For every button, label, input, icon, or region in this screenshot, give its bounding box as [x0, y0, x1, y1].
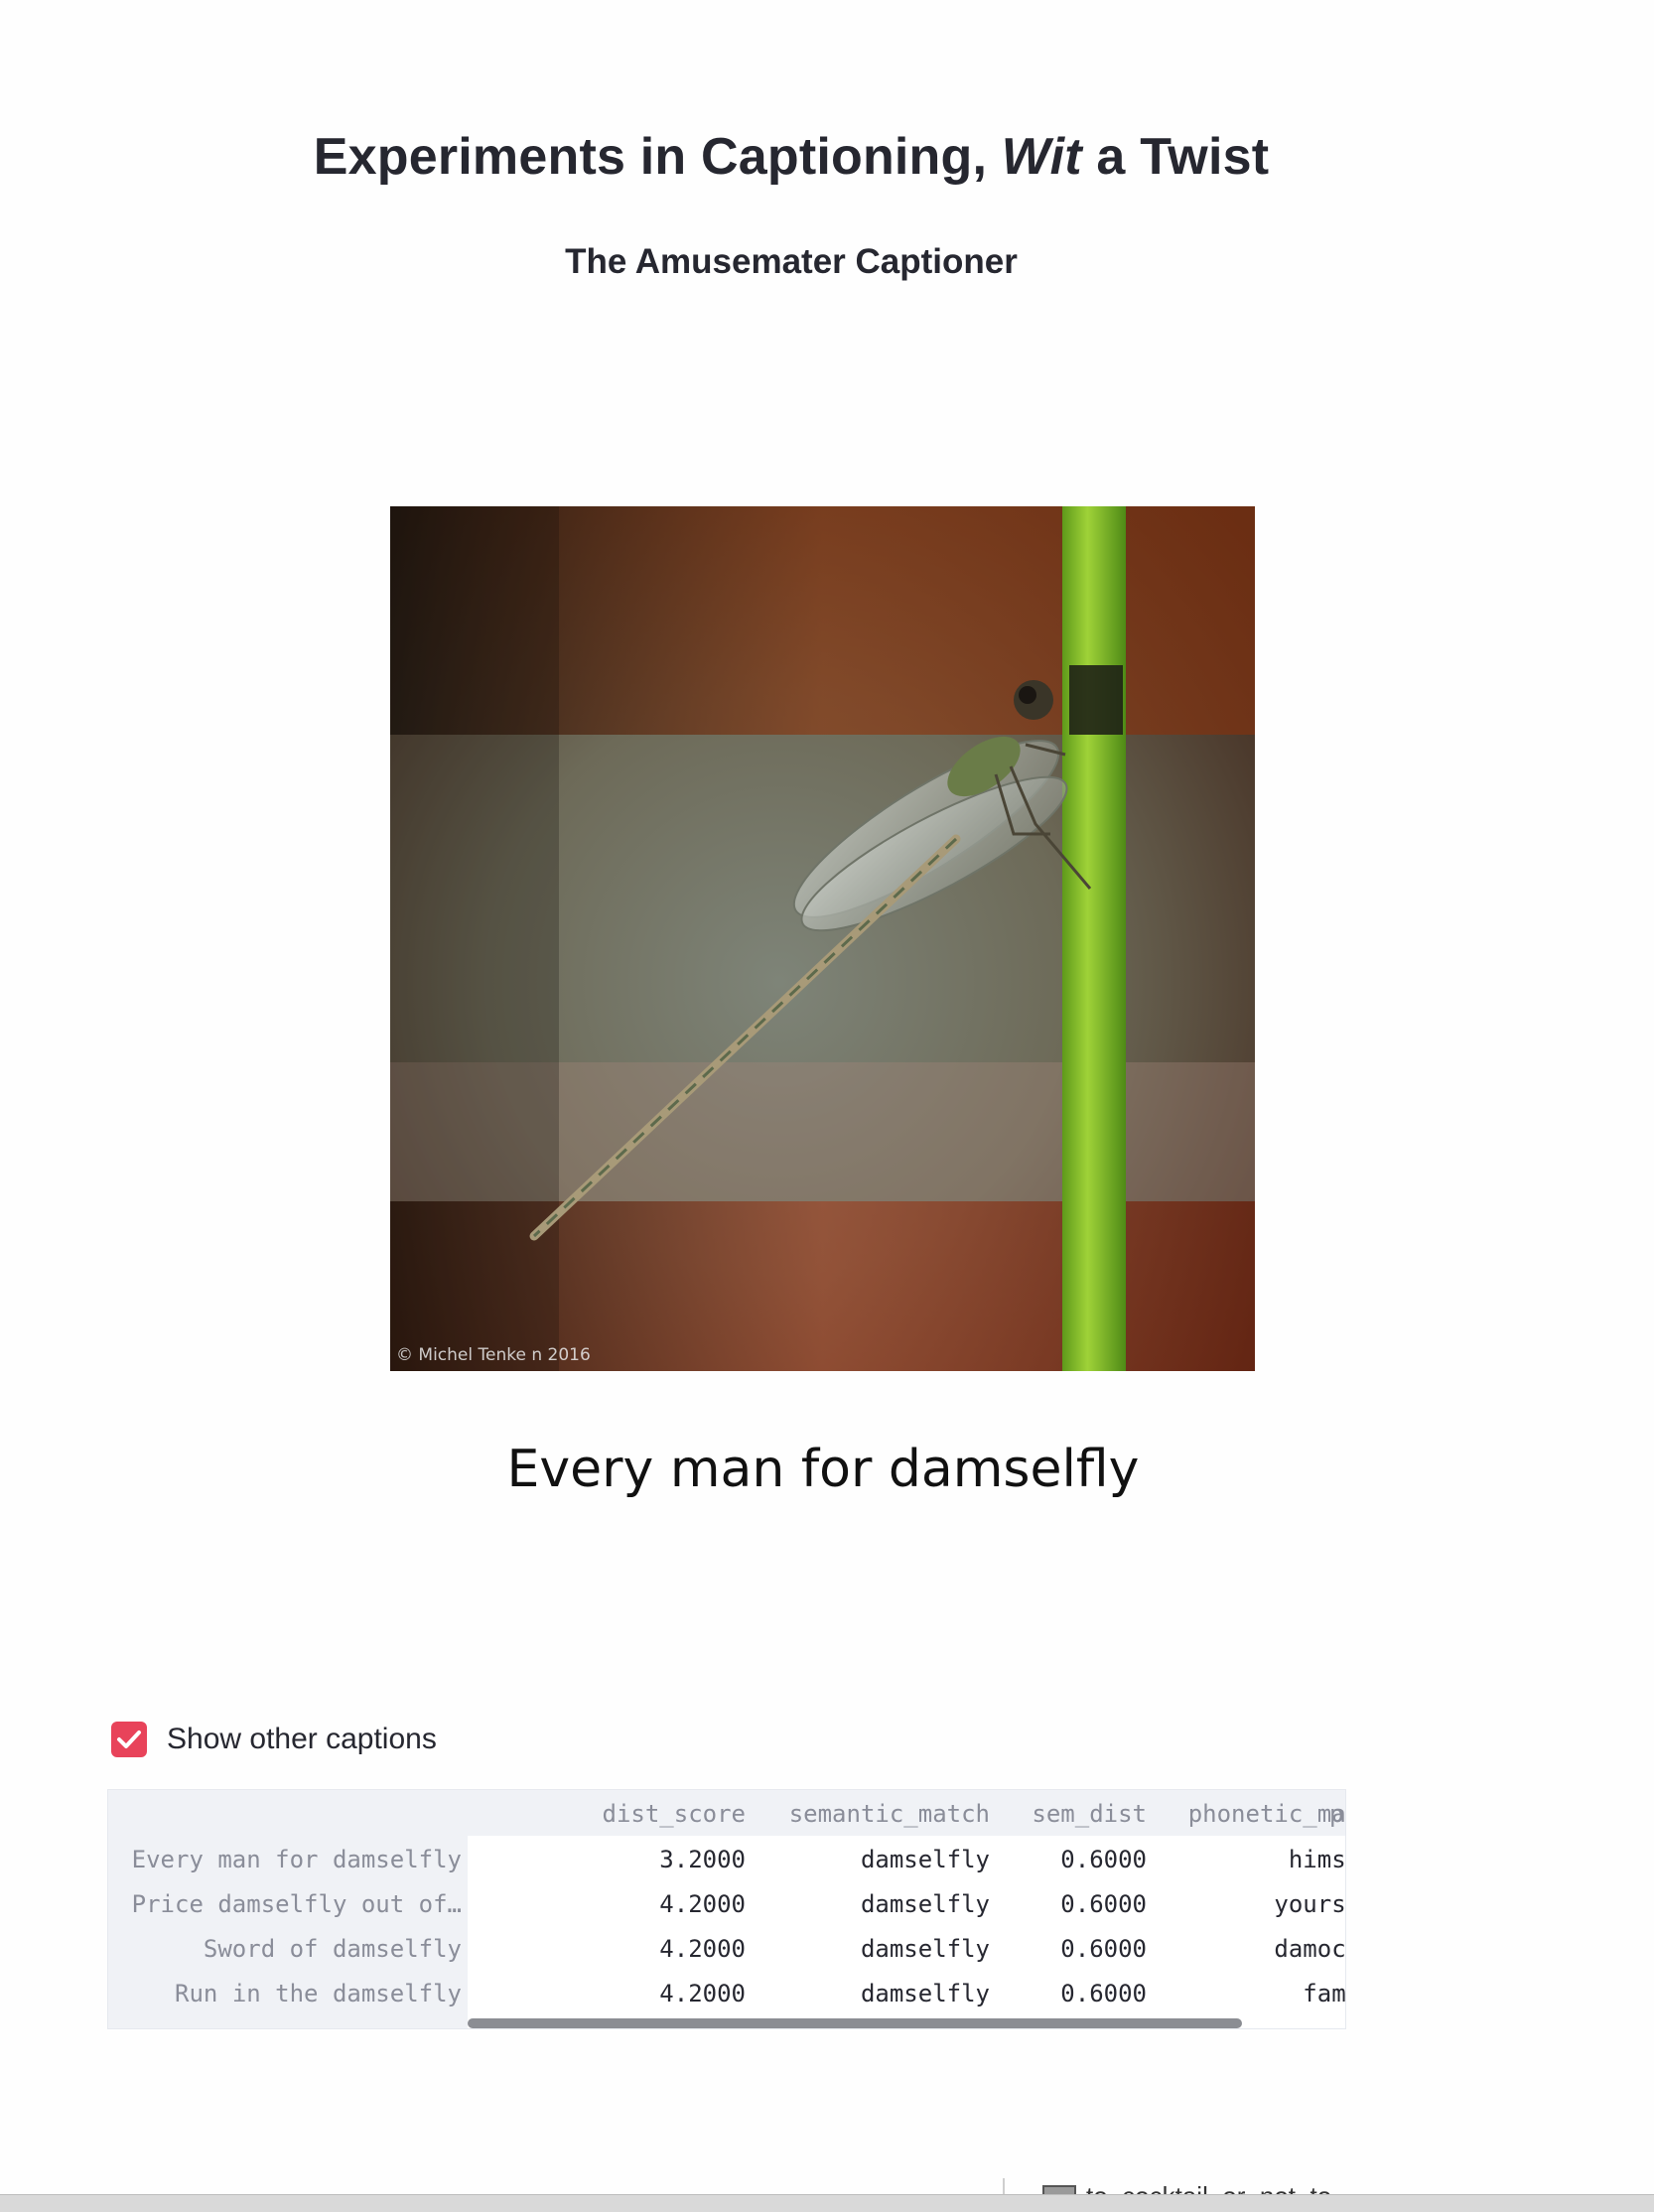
column-header-phonetic-match[interactable]: phonetic_match: [1147, 1800, 1345, 1828]
generated-caption: Every man for damselfly: [506, 1440, 1140, 1499]
column-header-truncated[interactable]: p: [1329, 1800, 1345, 1828]
column-header-sem-dist[interactable]: sem_dist: [990, 1800, 1147, 1828]
table-cell[interactable]: 0.6000: [990, 1980, 1147, 2007]
damselfly-illustration: [390, 506, 1255, 1371]
captions-dataframe[interactable]: dist_score semantic_match sem_dist phone…: [107, 1789, 1346, 2029]
table-cell[interactable]: 0.6000: [990, 1935, 1147, 1963]
table-cell[interactable]: 4.2000: [468, 1935, 746, 1963]
show-other-captions-label: Show other captions: [167, 1723, 437, 1755]
row-index: Sword of damselfly: [203, 1935, 462, 1963]
title-italic: Wit: [1001, 128, 1082, 186]
row-index: Price damselfly out of…: [131, 1890, 462, 1918]
table-cell[interactable]: damselfly: [746, 1980, 990, 2007]
table-cell[interactable]: damselfly: [746, 1846, 990, 1873]
bottom-taskbar: [0, 2194, 1654, 2212]
show-other-captions-toggle[interactable]: Show other captions: [111, 1721, 437, 1758]
table-cell[interactable]: yourself: [1147, 1890, 1345, 1918]
row-index: Every man for damselfly: [131, 1846, 462, 1873]
damselfly-photo: © Michel Tenke n 2016: [390, 506, 1255, 1371]
title-prefix: Experiments in Captioning,: [313, 128, 1002, 186]
page-subtitle: The Amusemater Captioner: [565, 242, 1018, 281]
table-cell[interactable]: himself: [1147, 1846, 1345, 1873]
row-index: Run in the damselfly: [175, 1980, 462, 2007]
app-page: Experiments in Captioning, Wit a Twist T…: [0, 0, 1654, 2212]
column-header-dist-score[interactable]: dist_score: [468, 1800, 747, 1828]
table-cell[interactable]: family: [1147, 1980, 1345, 2007]
dataframe-horizontal-scrollbar[interactable]: [468, 2018, 1242, 2028]
table-cell[interactable]: 0.6000: [990, 1846, 1147, 1873]
photo-credit: © Michel Tenke n 2016: [396, 1345, 591, 1365]
page-title: Experiments in Captioning, Wit a Twist: [0, 127, 1583, 187]
show-other-captions-checkbox[interactable]: [111, 1722, 147, 1757]
table-cell[interactable]: damselfly: [746, 1890, 990, 1918]
table-cell[interactable]: damselfly: [746, 1935, 990, 1963]
table-cell[interactable]: 0.6000: [990, 1890, 1147, 1918]
table-cell[interactable]: 4.2000: [468, 1980, 746, 2007]
table-cell[interactable]: 3.2000: [468, 1846, 746, 1873]
checkmark-icon: [117, 1730, 141, 1748]
table-cell[interactable]: damocles: [1147, 1935, 1345, 1963]
table-cell[interactable]: 4.2000: [468, 1890, 746, 1918]
column-header-semantic-match[interactable]: semantic_match: [746, 1800, 990, 1828]
title-suffix: a Twist: [1081, 128, 1270, 186]
